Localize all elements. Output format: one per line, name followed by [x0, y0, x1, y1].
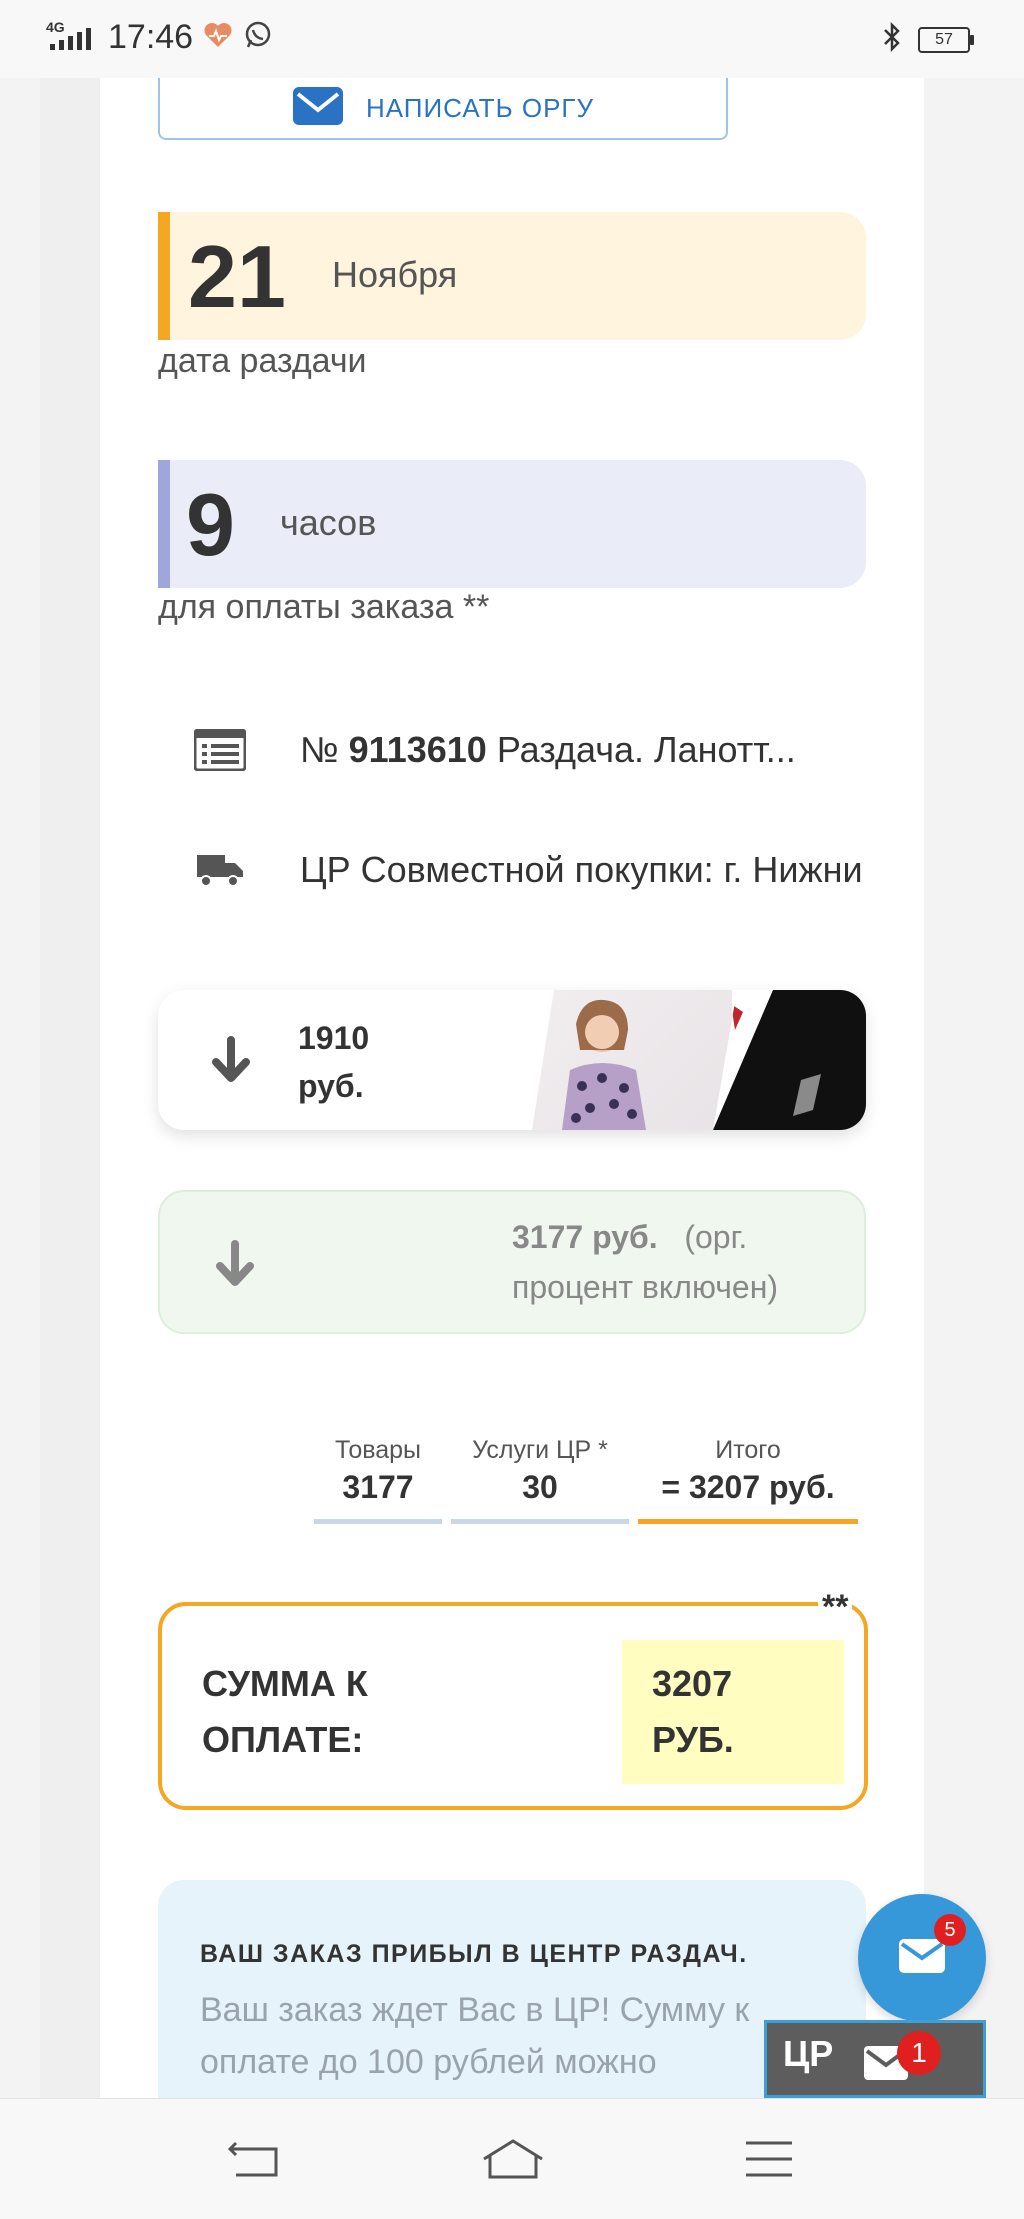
product-thumbnail[interactable] [532, 990, 732, 1130]
order-title-row[interactable]: № 9113610 Раздача. Ланотт... [190, 720, 870, 780]
calc-services-value: 30 [522, 1469, 558, 1505]
arrow-down-icon[interactable] [206, 1036, 256, 1086]
payment-label-line2: ОПЛАТЕ: [202, 1719, 364, 1760]
write-organizer-label: НАПИСАТЬ ОРГУ [365, 92, 595, 123]
cr-widget-label: ЦР [783, 2033, 834, 2074]
payment-amount-value: 3207 [652, 1663, 733, 1704]
notice-title: ВАШ ЗАКАЗ ПРИБЫЛ В ЦЕНТР РАЗДАЧ. [200, 1940, 748, 1968]
calc-services-label: Услуги ЦР * [472, 1436, 608, 1464]
back-icon[interactable] [226, 2137, 286, 2181]
payment-amount: 3207 РУБ. [622, 1640, 844, 1784]
date-day: 21 [188, 227, 286, 326]
items-price-amount: 1910 [298, 1020, 370, 1056]
payment-box: СУММА К ОПЛАТЕ: 3207 РУБ. [158, 1602, 868, 1810]
hours-accent-bar [158, 460, 170, 588]
payment-amount-currency: РУБ. [652, 1719, 734, 1760]
order-total-amount: 3177 руб. [512, 1219, 658, 1255]
payment-label: СУММА К ОПЛАТЕ: [202, 1656, 368, 1768]
battery-icon: 57 [918, 26, 974, 53]
messages-fab[interactable]: 5 [858, 1894, 986, 2022]
bluetooth-icon [882, 21, 902, 57]
order-total-sum: 3177 руб. (орг. процент включен) [512, 1212, 842, 1312]
svg-text:4G: 4G [46, 19, 65, 35]
delivery-point: ЦР Совместной покупки: г. Нижни [300, 849, 863, 890]
date-caption: дата раздачи [158, 342, 367, 380]
system-nav-bar [0, 2098, 1024, 2219]
status-left: 4G 17:46 [46, 18, 273, 57]
write-organizer-button[interactable]: НАПИСАТЬ ОРГУ [158, 78, 728, 140]
status-right: 57 [882, 21, 974, 57]
mail-icon [292, 86, 344, 131]
order-arrived-notice: ВАШ ЗАКАЗ ПРИБЫЛ В ЦЕНТР РАЗДАЧ. Ваш зак… [158, 1880, 866, 2100]
order-name: Раздача. Ланотт... [496, 729, 796, 770]
order-total-card[interactable]: 3177 руб. (орг. процент включен) [158, 1190, 866, 1334]
signal-icon: 4G [46, 18, 98, 57]
date-accent-bar [158, 212, 170, 340]
list-icon [190, 725, 250, 775]
envelope-icon [898, 1938, 946, 1979]
payment-hours-card: 9 часов [158, 460, 866, 588]
hours-caption: для оплаты заказа ** [158, 588, 490, 626]
hours-value: 9 [186, 475, 235, 574]
distribution-date-card: 21 Ноября [158, 212, 866, 340]
payment-label-line1: СУММА К [202, 1663, 368, 1704]
order-title: № 9113610 Раздача. Ланотт... [300, 729, 870, 771]
calc-goods-label: Товары [335, 1436, 421, 1464]
whatsapp-icon [243, 20, 273, 55]
calc-total-value: = 3207 руб. [661, 1469, 835, 1505]
cr-chat-widget[interactable]: ЦР 1 [764, 2020, 986, 2098]
order-number-prefix: № [300, 729, 339, 770]
calc-total-label: Итого [715, 1436, 781, 1464]
hours-unit: часов [280, 502, 377, 543]
home-icon[interactable] [480, 2137, 546, 2181]
status-bar: 4G 17:46 57 [0, 0, 1024, 78]
date-month: Ноября [332, 254, 458, 295]
calc-services-underline [451, 1519, 629, 1524]
arrow-down-icon[interactable] [210, 1240, 260, 1290]
order-number: 9113610 [348, 729, 487, 770]
health-heart-icon [203, 21, 233, 54]
delivery-row[interactable]: ЦР Совместной покупки: г. Нижни [190, 840, 870, 900]
items-price: 1910 руб. [298, 1014, 369, 1110]
notice-body: Ваш заказ ждет Вас в ЦР! Сумму к оплате … [200, 1991, 750, 2081]
calc-total: Итого = 3207 руб. [638, 1436, 858, 1524]
payment-footnote-stars: ** [818, 1588, 853, 1627]
calc-goods-value: 3177 [342, 1469, 414, 1505]
product-thumbnail-dark[interactable] [713, 990, 866, 1130]
calc-goods: Товары 3177 [314, 1436, 442, 1524]
items-card[interactable]: 1910 руб. [158, 990, 866, 1130]
messages-badge: 5 [934, 1914, 966, 1946]
menu-icon[interactable] [744, 2137, 804, 2181]
calc-total-underline [638, 1519, 858, 1524]
cr-widget-badge: 1 [897, 2031, 941, 2075]
truck-icon [190, 845, 250, 895]
status-time: 17:46 [108, 18, 194, 56]
calc-goods-underline [314, 1519, 442, 1524]
calc-services: Услуги ЦР * 30 [451, 1436, 629, 1524]
items-price-currency: руб. [298, 1068, 364, 1104]
